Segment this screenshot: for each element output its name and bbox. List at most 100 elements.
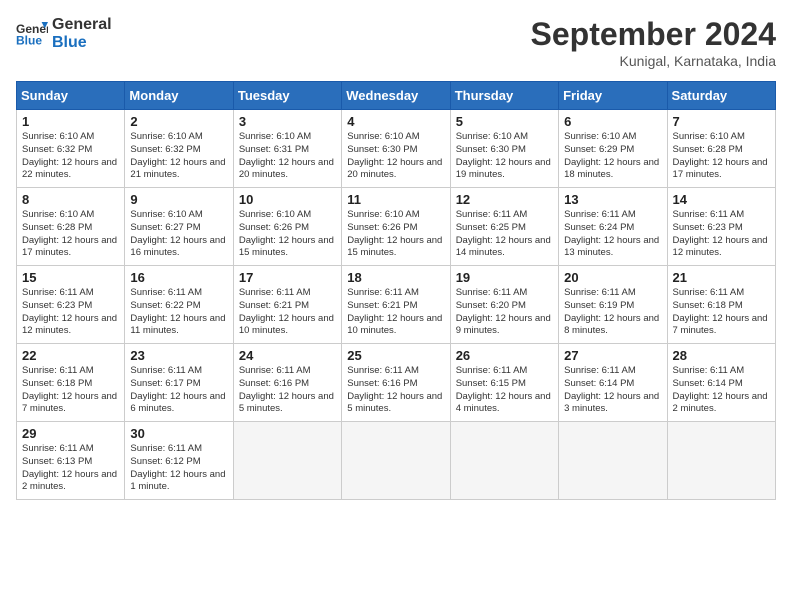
day-info: Sunrise: 6:10 AMSunset: 6:29 PMDaylight:… <box>564 131 661 182</box>
day-cell-12: 12Sunrise: 6:11 AMSunset: 6:25 PMDayligh… <box>450 188 558 266</box>
day-number: 26 <box>456 348 553 363</box>
day-cell-22: 22Sunrise: 6:11 AMSunset: 6:18 PMDayligh… <box>17 344 125 422</box>
day-cell-23: 23 Sunrise: 6:11 AMSunset: 6:17 PMDayligh… <box>125 344 233 422</box>
empty-cell <box>559 422 667 500</box>
day-cell-8: 8 Sunrise: 6:10 AMSunset: 6:28 PMDaylight… <box>17 188 125 266</box>
svg-text:Blue: Blue <box>16 33 42 47</box>
day-cell-29: 29 Sunrise: 6:11 AMSunset: 6:13 PMDayligh… <box>17 422 125 500</box>
day-cell-20: 20Sunrise: 6:11 AMSunset: 6:19 PMDayligh… <box>559 266 667 344</box>
day-number: 6 <box>564 114 661 129</box>
day-number: 25 <box>347 348 444 363</box>
day-info: Sunrise: 6:10 AMSunset: 6:28 PMDaylight:… <box>22 209 119 260</box>
header-saturday: Saturday <box>667 82 775 110</box>
day-cell-18: 18Sunrise: 6:11 AMSunset: 6:21 PMDayligh… <box>342 266 450 344</box>
day-info: Sunrise: 6:11 AMSunset: 6:15 PMDaylight:… <box>456 365 553 416</box>
calendar-week-1: 1 Sunrise: 6:10 AMSunset: 6:32 PMDaylight… <box>17 110 776 188</box>
location-subtitle: Kunigal, Karnataka, India <box>531 53 776 69</box>
day-info: Sunrise: 6:10 AMSunset: 6:30 PMDaylight:… <box>456 131 553 182</box>
day-info: Sunrise: 6:11 AMSunset: 6:12 PMDaylight:… <box>130 443 227 494</box>
day-number: 14 <box>673 192 770 207</box>
day-cell-26: 26 Sunrise: 6:11 AMSunset: 6:15 PMDayligh… <box>450 344 558 422</box>
day-cell-16: 16 Sunrise: 6:11 AMSunset: 6:22 PMDayligh… <box>125 266 233 344</box>
title-block: September 2024 Kunigal, Karnataka, India <box>531 16 776 69</box>
day-info: Sunrise: 6:10 AMSunset: 6:31 PMDaylight:… <box>239 131 336 182</box>
day-cell-30: 30Sunrise: 6:11 AMSunset: 6:12 PMDayligh… <box>125 422 233 500</box>
logo: General Blue General Blue <box>16 16 112 51</box>
day-info: Sunrise: 6:11 AMSunset: 6:17 PMDaylight:… <box>130 365 227 416</box>
day-number: 29 <box>22 426 119 441</box>
day-cell-27: 27 Sunrise: 6:11 AMSunset: 6:14 PMDayligh… <box>559 344 667 422</box>
day-info: Sunrise: 6:11 AMSunset: 6:22 PMDaylight:… <box>130 287 227 338</box>
day-info: Sunrise: 6:10 AMSunset: 6:27 PMDaylight:… <box>130 209 227 260</box>
day-cell-15: 15 Sunrise: 6:11 AMSunset: 6:23 PMDayligh… <box>17 266 125 344</box>
header-tuesday: Tuesday <box>233 82 341 110</box>
day-info: Sunrise: 6:10 AMSunset: 6:30 PMDaylight:… <box>347 131 444 182</box>
empty-cell <box>667 422 775 500</box>
day-number: 22 <box>22 348 119 363</box>
day-cell-11: 11 Sunrise: 6:10 AMSunset: 6:26 PMDayligh… <box>342 188 450 266</box>
calendar-header-row: SundayMondayTuesdayWednesdayThursdayFrid… <box>17 82 776 110</box>
empty-cell <box>342 422 450 500</box>
month-title: September 2024 <box>531 16 776 53</box>
day-info: Sunrise: 6:11 AMSunset: 6:23 PMDaylight:… <box>22 287 119 338</box>
day-cell-2: 2 Sunrise: 6:10 AMSunset: 6:32 PMDaylight… <box>125 110 233 188</box>
day-number: 27 <box>564 348 661 363</box>
day-info: Sunrise: 6:11 AMSunset: 6:20 PMDaylight:… <box>456 287 553 338</box>
day-number: 7 <box>673 114 770 129</box>
day-number: 11 <box>347 192 444 207</box>
day-info: Sunrise: 6:11 AMSunset: 6:13 PMDaylight:… <box>22 443 119 494</box>
day-number: 15 <box>22 270 119 285</box>
day-number: 13 <box>564 192 661 207</box>
empty-cell <box>450 422 558 500</box>
day-cell-25: 25 Sunrise: 6:11 AMSunset: 6:16 PMDayligh… <box>342 344 450 422</box>
day-cell-5: 5 Sunrise: 6:10 AMSunset: 6:30 PMDaylight… <box>450 110 558 188</box>
day-info: Sunrise: 6:11 AMSunset: 6:24 PMDaylight:… <box>564 209 661 260</box>
day-cell-13: 13 Sunrise: 6:11 AMSunset: 6:24 PMDayligh… <box>559 188 667 266</box>
day-info: Sunrise: 6:11 AMSunset: 6:14 PMDaylight:… <box>564 365 661 416</box>
day-cell-4: 4Sunrise: 6:10 AMSunset: 6:30 PMDaylight… <box>342 110 450 188</box>
day-number: 18 <box>347 270 444 285</box>
day-number: 21 <box>673 270 770 285</box>
day-cell-17: 17Sunrise: 6:11 AMSunset: 6:21 PMDayligh… <box>233 266 341 344</box>
day-info: Sunrise: 6:10 AMSunset: 6:26 PMDaylight:… <box>239 209 336 260</box>
day-info: Sunrise: 6:11 AMSunset: 6:25 PMDaylight:… <box>456 209 553 260</box>
day-number: 23 <box>130 348 227 363</box>
empty-cell <box>233 422 341 500</box>
day-number: 19 <box>456 270 553 285</box>
day-number: 2 <box>130 114 227 129</box>
day-info: Sunrise: 6:10 AMSunset: 6:32 PMDaylight:… <box>130 131 227 182</box>
day-number: 10 <box>239 192 336 207</box>
day-number: 8 <box>22 192 119 207</box>
day-cell-14: 14 Sunrise: 6:11 AMSunset: 6:23 PMDayligh… <box>667 188 775 266</box>
day-info: Sunrise: 6:11 AMSunset: 6:23 PMDaylight:… <box>673 209 770 260</box>
day-number: 28 <box>673 348 770 363</box>
header-thursday: Thursday <box>450 82 558 110</box>
day-info: Sunrise: 6:10 AMSunset: 6:28 PMDaylight:… <box>673 131 770 182</box>
day-cell-24: 24 Sunrise: 6:11 AMSunset: 6:16 PMDayligh… <box>233 344 341 422</box>
day-number: 3 <box>239 114 336 129</box>
day-info: Sunrise: 6:11 AMSunset: 6:16 PMDaylight:… <box>239 365 336 416</box>
day-info: Sunrise: 6:11 AMSunset: 6:18 PMDaylight:… <box>673 287 770 338</box>
day-info: Sunrise: 6:11 AMSunset: 6:19 PMDaylight:… <box>564 287 661 338</box>
calendar-week-4: 22Sunrise: 6:11 AMSunset: 6:18 PMDayligh… <box>17 344 776 422</box>
day-cell-9: 9 Sunrise: 6:10 AMSunset: 6:27 PMDaylight… <box>125 188 233 266</box>
day-info: Sunrise: 6:10 AMSunset: 6:26 PMDaylight:… <box>347 209 444 260</box>
day-cell-28: 28Sunrise: 6:11 AMSunset: 6:14 PMDayligh… <box>667 344 775 422</box>
header-monday: Monday <box>125 82 233 110</box>
header-sunday: Sunday <box>17 82 125 110</box>
day-info: Sunrise: 6:10 AMSunset: 6:32 PMDaylight:… <box>22 131 119 182</box>
day-cell-10: 10 Sunrise: 6:10 AMSunset: 6:26 PMDayligh… <box>233 188 341 266</box>
day-cell-6: 6 Sunrise: 6:10 AMSunset: 6:29 PMDaylight… <box>559 110 667 188</box>
calendar-week-5: 29 Sunrise: 6:11 AMSunset: 6:13 PMDayligh… <box>17 422 776 500</box>
calendar-table: SundayMondayTuesdayWednesdayThursdayFrid… <box>16 81 776 500</box>
day-cell-7: 7 Sunrise: 6:10 AMSunset: 6:28 PMDaylight… <box>667 110 775 188</box>
day-number: 16 <box>130 270 227 285</box>
day-cell-21: 21 Sunrise: 6:11 AMSunset: 6:18 PMDayligh… <box>667 266 775 344</box>
day-info: Sunrise: 6:11 AMSunset: 6:16 PMDaylight:… <box>347 365 444 416</box>
day-number: 9 <box>130 192 227 207</box>
day-number: 24 <box>239 348 336 363</box>
day-number: 5 <box>456 114 553 129</box>
logo-icon: General Blue <box>16 20 48 48</box>
day-cell-1: 1 Sunrise: 6:10 AMSunset: 6:32 PMDaylight… <box>17 110 125 188</box>
day-number: 1 <box>22 114 119 129</box>
